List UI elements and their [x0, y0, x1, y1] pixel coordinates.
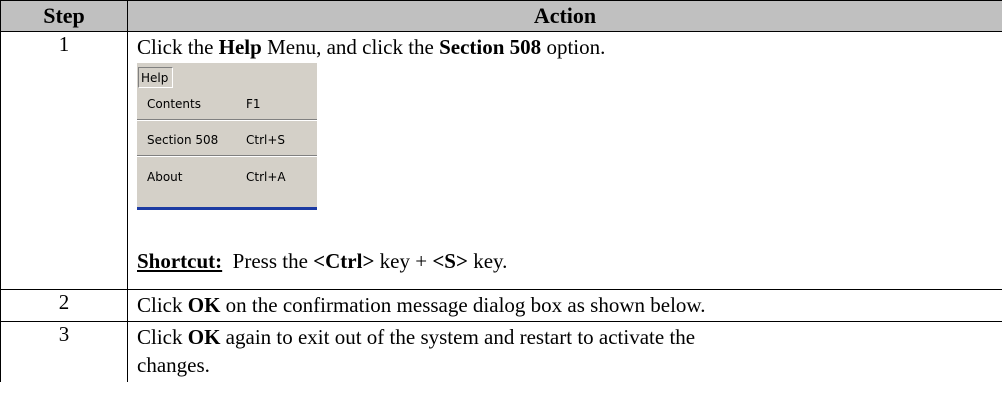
- menu-item-section-508: Section 508 Ctrl+S: [147, 133, 286, 147]
- menu-bottom-bar: [137, 207, 317, 210]
- menu-item-contents: Contents F1: [147, 97, 261, 111]
- action-text-continued: changes.: [137, 353, 210, 377]
- step-number: 3: [0, 321, 128, 382]
- table-row: 1 Click the Help Menu, and click the Sec…: [0, 31, 1002, 290]
- action-cell: Click OK on the confirmation message dia…: [127, 289, 1002, 322]
- header-row: Step Action: [0, 0, 1002, 32]
- procedure-table: Step Action 1 Click the Help Menu, and c…: [0, 0, 1002, 382]
- table-row: 3 Click OK again to exit out of the syst…: [0, 321, 1002, 382]
- action-text: Click OK again to exit out of the system…: [137, 325, 696, 349]
- help-menu-title: Help: [138, 67, 173, 88]
- menu-item-about: About Ctrl+A: [147, 170, 286, 184]
- step-number: 1: [0, 31, 128, 290]
- step-header: Step: [0, 0, 128, 32]
- action-text: Click the Help Menu, and click the Secti…: [137, 35, 606, 59]
- help-menu-screenshot: Help Contents F1 Section 508 Ctrl+S About C…: [137, 63, 317, 210]
- action-text: Click OK on the confirmation message dia…: [137, 293, 706, 317]
- action-cell: Click the Help Menu, and click the Secti…: [127, 31, 1002, 290]
- action-cell: Click OK again to exit out of the system…: [127, 321, 1002, 382]
- shortcut-text: Shortcut: Press the <Ctrl> key + <S> key…: [137, 249, 508, 273]
- menu-separator: [137, 119, 317, 121]
- table-row: 2 Click OK on the confirmation message d…: [0, 289, 1002, 322]
- action-header: Action: [127, 0, 1002, 32]
- menu-separator: [137, 155, 317, 157]
- step-number: 2: [0, 289, 128, 322]
